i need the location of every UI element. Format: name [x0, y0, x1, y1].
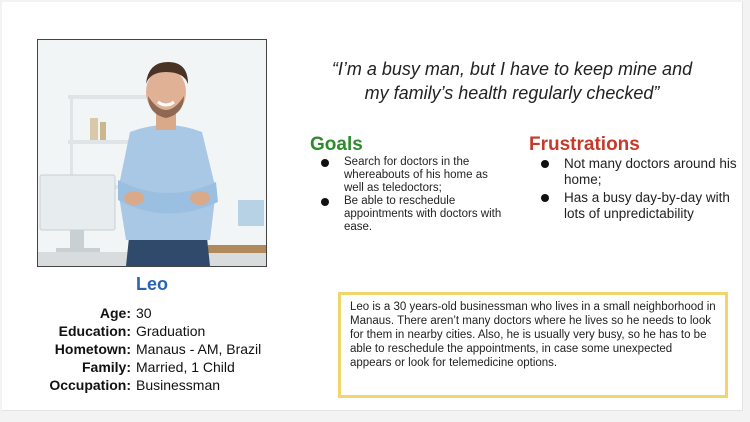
info-row-education: Education: Graduation — [22, 322, 261, 340]
persona-photo — [37, 39, 267, 267]
goal-item: Search for doctors in the whereabouts of… — [318, 156, 508, 195]
bullet-icon — [541, 194, 549, 202]
frustrations-heading: Frustrations — [529, 134, 640, 155]
info-value: 30 — [136, 305, 152, 321]
info-row-hometown: Hometown: Manaus - AM, Brazil — [22, 340, 261, 358]
info-value: Married, 1 Child — [136, 359, 235, 375]
frustration-text: Has a busy day-by-day with lots of unpre… — [564, 190, 730, 221]
frustration-item: Not many doctors around his home; — [538, 156, 738, 188]
bullet-icon — [321, 198, 329, 206]
goal-text: Be able to reschedule appointments with … — [344, 195, 502, 233]
info-label: Family: — [81, 359, 131, 375]
info-value: Businessman — [136, 377, 221, 393]
goals-list: Search for doctors in the whereabouts of… — [318, 156, 508, 234]
goal-text: Search for doctors in the whereabouts of… — [344, 156, 488, 194]
frustrations-list: Not many doctors around his home; Has a … — [538, 156, 738, 224]
info-label: Age: — [99, 305, 131, 321]
bullet-icon — [321, 159, 329, 167]
persona-bio: Leo is a 30 years-old businessman who li… — [338, 292, 728, 398]
info-row-age: Age: 30 — [22, 304, 261, 322]
info-label: Education: — [58, 323, 131, 339]
info-value: Graduation — [136, 323, 206, 339]
persona-info: Age: 30 Education: Graduation Hometown: … — [22, 304, 261, 394]
persona-slide: Leo Age: 30 Education: Graduation Hometo… — [2, 2, 743, 411]
persona-name: Leo — [135, 274, 168, 294]
frustration-item: Has a busy day-by-day with lots of unpre… — [538, 190, 738, 222]
info-row-occupation: Occupation: Businessman — [22, 376, 261, 394]
info-value: Manaus - AM, Brazil — [136, 341, 262, 357]
persona-quote: “I’m a busy man, but I have to keep mine… — [292, 57, 732, 105]
info-row-family: Family: Married, 1 Child — [22, 358, 261, 376]
persona-photo-illustration — [38, 40, 266, 266]
quote-line-2: my family’s health regularly checked” — [364, 83, 660, 103]
quote-line-1: “I’m a busy man, but I have to keep mine… — [331, 59, 693, 79]
frustration-text: Not many doctors around his home; — [564, 156, 737, 187]
goals-heading: Goals — [310, 134, 363, 155]
goal-item: Be able to reschedule appointments with … — [318, 195, 508, 234]
info-label: Occupation: — [49, 377, 131, 393]
bullet-icon — [541, 160, 549, 168]
info-label: Hometown: — [54, 341, 131, 357]
